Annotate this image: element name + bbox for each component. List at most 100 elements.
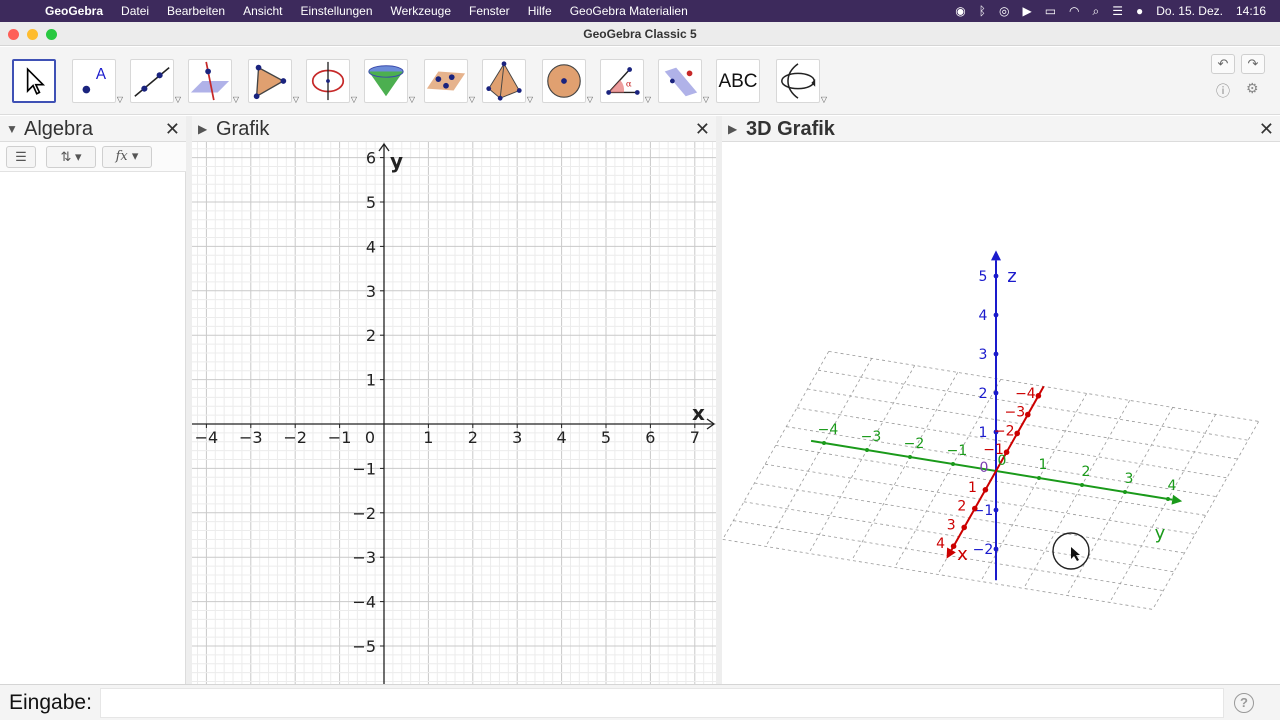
graphics-canvas[interactable]: −4 −3 −2 −1 1 2 3 4 5 6 7 −5 −4 −3 −2 −1 1 2 3 4 5 6 0 x y	[192, 142, 716, 684]
airdrop-icon[interactable]: ◎	[999, 4, 1009, 18]
menu-einstellungen[interactable]: Einstellungen	[291, 4, 381, 18]
x-tick-label: −4	[195, 428, 219, 447]
input-help-icon[interactable]: ?	[1234, 693, 1254, 713]
menu-bearbeiten[interactable]: Bearbeiten	[158, 4, 234, 18]
tool-line[interactable]: ▽	[130, 59, 181, 104]
expand-arrow-icon[interactable]: ▶	[728, 116, 737, 142]
tool-menu-arrow-icon: ▽	[292, 95, 299, 104]
tool-angle[interactable]: α ▽	[600, 59, 651, 104]
x-tick-label-3d: −3	[1004, 405, 1025, 421]
graphics-header: ▶ Grafik ✕	[192, 116, 716, 142]
x-tick-label: −1	[328, 428, 352, 447]
menu-hilfe[interactable]: Hilfe	[519, 4, 561, 18]
collapse-arrow-icon[interactable]: ▼	[6, 116, 18, 142]
menu-werkzeuge[interactable]: Werkzeuge	[382, 4, 460, 18]
grid-line-3d	[851, 372, 959, 561]
close-graphics-icon[interactable]: ✕	[695, 116, 710, 142]
control-center-icon[interactable]: ☰	[1112, 4, 1123, 18]
window-title: GeoGebra Classic 5	[583, 27, 697, 41]
x-axis-label: x	[692, 401, 705, 425]
tool-plane-points[interactable]: ▽	[424, 59, 475, 104]
algebra-header: ▼ Algebra ✕	[0, 116, 186, 142]
rotate-view-icon	[781, 63, 816, 99]
tool-menu-arrow-icon: ▽	[526, 95, 533, 104]
zoom-window-button[interactable]	[46, 29, 57, 40]
input-field[interactable]	[100, 688, 1224, 718]
menubar-time[interactable]: 14:16	[1236, 4, 1266, 18]
settings-gear-icon[interactable]: ⚙	[1246, 80, 1259, 97]
z-tick-3d	[993, 273, 999, 279]
tool-menu-arrow-icon: ▽	[820, 95, 827, 104]
y-tick-3d	[908, 455, 912, 459]
z-tick-label-3d: 1	[979, 425, 988, 441]
x-tick-label-3d: −2	[994, 423, 1015, 439]
input-label: Eingabe:	[9, 691, 92, 714]
close-algebra-icon[interactable]: ✕	[165, 116, 180, 142]
z-tick-3d	[993, 312, 999, 318]
menu-materialien[interactable]: GeoGebra Materialien	[561, 4, 697, 18]
tool-menu-arrow-icon: ▽	[232, 95, 239, 104]
search-icon[interactable]: ⌕	[1093, 4, 1100, 19]
tool-perpendicular[interactable]: ▽	[188, 59, 239, 104]
y-tick-3d	[1080, 483, 1084, 487]
tool-menu-arrow-icon: ▽	[174, 95, 181, 104]
close-window-button[interactable]	[8, 29, 19, 40]
menu-fenster[interactable]: Fenster	[460, 4, 519, 18]
x-tick-label-3d: −4	[1015, 386, 1036, 402]
text-tool-icon: ABC	[718, 71, 758, 92]
wifi-icon[interactable]: ◠	[1069, 4, 1079, 18]
fx-button[interactable]: fx ▾	[102, 146, 152, 168]
x-tick-label: 4	[557, 428, 567, 447]
z-tick-3d	[993, 390, 999, 396]
y-tick-3d	[1037, 476, 1041, 480]
y-tick-label-3d: 1	[1039, 457, 1048, 473]
y-tick-label: −2	[352, 504, 376, 523]
tool-pyramid[interactable]: ▽	[482, 59, 533, 104]
algebra-style-button[interactable]: ☰	[6, 146, 36, 168]
mouse-pointer-icon	[1071, 547, 1080, 561]
menu-app[interactable]: GeoGebra	[36, 4, 112, 18]
record-icon[interactable]: ◉	[955, 4, 965, 18]
x-tick-label-3d: 3	[947, 517, 956, 533]
help-icon[interactable]: ⓘ	[1216, 81, 1230, 101]
y-axis-3d-arrow	[1171, 494, 1183, 505]
sort-button[interactable]: ⇅ ▾	[46, 146, 96, 168]
redo-button[interactable]: ↷	[1241, 54, 1265, 74]
tool-reflect-plane[interactable]: ▽	[658, 59, 709, 104]
tool-cone[interactable]: ▽	[364, 59, 415, 104]
x-tick-label: 2	[468, 428, 478, 447]
menu-datei[interactable]: Datei	[112, 4, 158, 18]
x-tick-3d	[1014, 430, 1020, 437]
z-axis-label-3d: z	[1007, 266, 1016, 287]
tool-text[interactable]: ABC	[716, 59, 760, 103]
y-tick-label: −3	[352, 548, 376, 567]
battery-icon[interactable]: ▭	[1045, 4, 1056, 18]
tool-point[interactable]: A ▽	[72, 59, 123, 104]
tool-sphere[interactable]: ▽	[542, 59, 593, 104]
menubar-date[interactable]: Do. 15. Dez.	[1156, 4, 1223, 18]
menu-ansicht[interactable]: Ansicht	[234, 4, 291, 18]
algebra-view[interactable]	[0, 142, 186, 684]
undo-button[interactable]: ↶	[1211, 54, 1235, 74]
close-graphics3d-icon[interactable]: ✕	[1259, 116, 1274, 142]
minimize-window-button[interactable]	[27, 29, 38, 40]
siri-icon[interactable]: ●	[1136, 4, 1143, 18]
y-tick-label-3d: 3	[1125, 471, 1134, 487]
polygon-icon	[253, 64, 287, 100]
graphics-view[interactable]: −4 −3 −2 −1 1 2 3 4 5 6 7 −5 −4 −3 −2 −1 1 2 3 4 5 6 0 x y	[192, 142, 716, 684]
bluetooth-icon[interactable]: ᛒ	[979, 4, 986, 18]
play-icon[interactable]: ▶	[1022, 4, 1031, 18]
expand-arrow-icon[interactable]: ▶	[198, 116, 207, 142]
tool-move[interactable]	[12, 59, 56, 103]
tool-circle-axis[interactable]: ▽	[306, 59, 357, 104]
y-tick-label-3d: 4	[1168, 478, 1177, 494]
tool-rotate-view[interactable]: ▽	[776, 59, 827, 104]
tool-polygon[interactable]: ▽	[248, 59, 299, 104]
x-tick-label: 6	[645, 428, 655, 447]
cone-icon	[368, 65, 404, 97]
y-tick-label-3d: −3	[861, 429, 882, 445]
graphics3d-canvas[interactable]: −4 −3 −2 −11 2 3 4−2−112345−4−3−2−112340 0zxy	[722, 142, 1280, 684]
z-tick-label-3d: −2	[973, 542, 994, 558]
x-tick-3d	[1035, 393, 1042, 399]
graphics3d-view[interactable]: −4 −3 −2 −1 1 2 3 4 −2 −1 1 2 3 4 5 −4 −3 −2 −1 1 2 3 4 0 0 z x y	[722, 142, 1280, 684]
